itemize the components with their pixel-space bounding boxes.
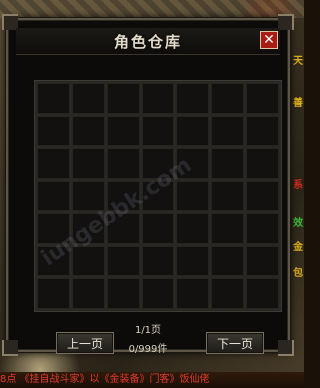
inventory-slot[interactable]	[71, 278, 105, 309]
inventory-slot[interactable]	[106, 115, 140, 147]
side-text-5: 金	[293, 242, 303, 253]
chat-strip-text: 8点 《挂自战斗家》以《金装备》门客》饭仙佬	[0, 374, 210, 385]
inventory-slot[interactable]	[211, 278, 245, 309]
warehouse-window: 角色仓库 ✕ 1/1页 上一页 0/999件 下一页	[2, 14, 294, 356]
inventory-slot[interactable]	[176, 245, 210, 277]
inventory-slot[interactable]	[176, 115, 210, 147]
side-text-3: 系	[293, 180, 303, 191]
window-titlebar[interactable]: 角色仓库 ✕	[16, 28, 280, 55]
inventory-slot[interactable]	[71, 148, 105, 179]
inventory-slot[interactable]	[246, 278, 279, 309]
inventory-slot[interactable]	[141, 83, 175, 114]
inventory-slot[interactable]	[246, 245, 279, 277]
inventory-slot[interactable]	[71, 83, 105, 114]
inventory-slot[interactable]	[71, 213, 105, 244]
inventory-slot[interactable]	[37, 245, 70, 277]
frame-corner-top-right	[278, 14, 294, 30]
inventory-slot[interactable]	[141, 180, 175, 212]
inventory-slot[interactable]	[246, 83, 279, 114]
inventory-slot[interactable]	[246, 115, 279, 147]
inventory-slot[interactable]	[211, 83, 245, 114]
close-icon[interactable]: ✕	[260, 31, 278, 49]
inventory-slot[interactable]	[211, 180, 245, 212]
inventory-slot[interactable]	[211, 148, 245, 179]
inventory-slot[interactable]	[176, 83, 210, 114]
inventory-slot[interactable]	[71, 115, 105, 147]
inventory-slot[interactable]	[106, 83, 140, 114]
inventory-slot[interactable]	[106, 213, 140, 244]
inventory-slot[interactable]	[176, 180, 210, 212]
inventory-slot[interactable]	[106, 180, 140, 212]
window-title: 角色仓库	[113, 33, 182, 51]
inventory-slot[interactable]	[246, 180, 279, 212]
inventory-slot[interactable]	[246, 213, 279, 244]
inventory-slot[interactable]	[71, 180, 105, 212]
inventory-slot[interactable]	[37, 83, 70, 114]
inventory-slot[interactable]	[211, 213, 245, 244]
side-text-1: 天	[293, 56, 303, 67]
inventory-slot[interactable]	[37, 278, 70, 309]
next-page-button[interactable]: 下一页	[206, 332, 264, 354]
inventory-slot[interactable]	[211, 115, 245, 147]
inventory-slot[interactable]	[141, 213, 175, 244]
chat-strip: 8点 《挂自战斗家》以《金装备》门客》饭仙佬	[0, 372, 304, 388]
inventory-slot[interactable]	[37, 115, 70, 147]
inventory-slot[interactable]	[106, 278, 140, 309]
side-text-4: 效	[293, 218, 303, 229]
inventory-slot[interactable]	[211, 245, 245, 277]
inventory-grid	[34, 80, 282, 312]
side-text-2: 善	[293, 98, 303, 109]
inventory-slot[interactable]	[141, 148, 175, 179]
game-world-top-strip	[0, 0, 304, 18]
inventory-slot[interactable]	[106, 245, 140, 277]
inventory-slot[interactable]	[37, 213, 70, 244]
inventory-slot[interactable]	[176, 213, 210, 244]
inventory-slot[interactable]	[37, 148, 70, 179]
inventory-slot[interactable]	[141, 245, 175, 277]
inventory-slot[interactable]	[71, 245, 105, 277]
inventory-slot[interactable]	[141, 115, 175, 147]
inventory-slot[interactable]	[176, 278, 210, 309]
inventory-slot[interactable]	[246, 148, 279, 179]
inventory-slot[interactable]	[106, 148, 140, 179]
side-text-6: 包	[293, 268, 303, 279]
inventory-slot[interactable]	[141, 278, 175, 309]
inventory-slot[interactable]	[37, 180, 70, 212]
inventory-slot[interactable]	[176, 148, 210, 179]
